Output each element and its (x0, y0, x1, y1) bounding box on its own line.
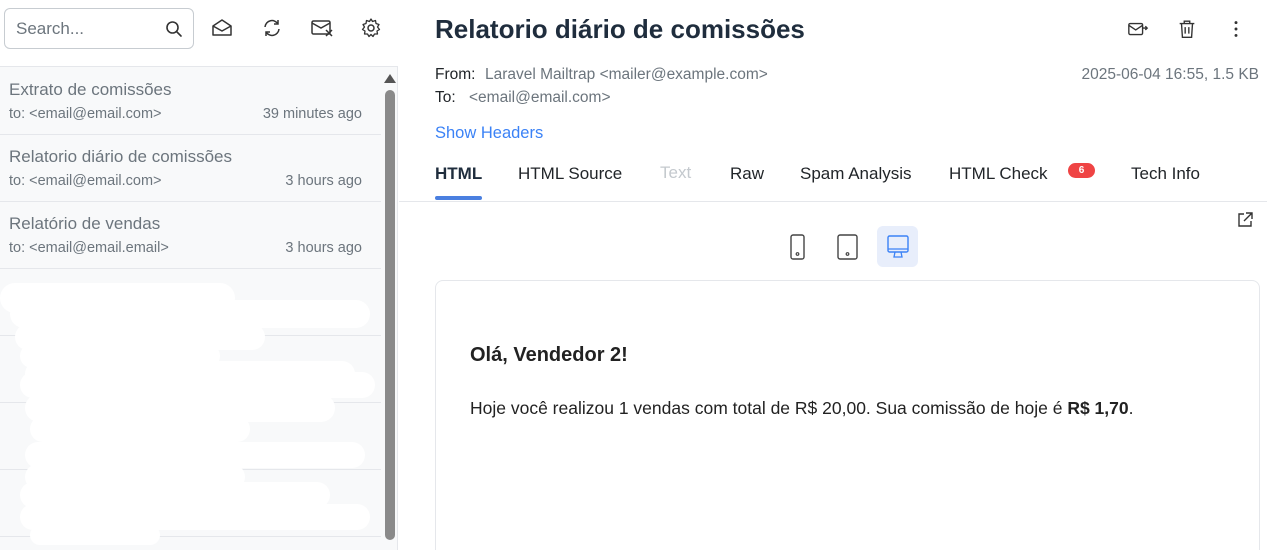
tablet-icon (837, 234, 858, 260)
more-vertical-icon[interactable] (1225, 18, 1247, 40)
message-subject: Relatorio diário de comissões (9, 147, 232, 166)
show-headers-link[interactable]: Show Headers (435, 124, 543, 143)
scrollbar[interactable] (382, 68, 398, 550)
preview-body-text: Hoje você realizou 1 vendas com total de… (470, 398, 1068, 418)
from-label: From: (435, 66, 476, 83)
tab-text: Text (660, 163, 692, 182)
message-view: Relatorio diário de comissões From: Lara… (399, 0, 1267, 550)
to-label: To: (435, 89, 456, 106)
message-time: 39 minutes ago (262, 106, 362, 122)
tab-spam-analysis[interactable]: Spam Analysis (800, 164, 912, 184)
message-subject: Relatório de vendas (9, 214, 161, 233)
redaction-mark (30, 525, 160, 545)
mark-read-icon[interactable] (310, 16, 334, 40)
preview-greeting: Olá, Vendedor 2! (470, 344, 628, 366)
scroll-thumb[interactable] (385, 90, 395, 540)
phone-icon (790, 234, 805, 260)
scroll-up-arrow-icon[interactable] (384, 74, 396, 83)
trash-icon[interactable] (1176, 18, 1198, 40)
search-icon[interactable] (165, 20, 183, 38)
refresh-icon[interactable] (260, 16, 284, 40)
tab-bar: HTML HTML Source Text Raw Spam Analysis … (399, 150, 1267, 202)
forward-icon[interactable] (1127, 18, 1149, 40)
sidebar-toolbar (0, 0, 398, 67)
message-recipient: to: <email@email.email> (9, 240, 169, 256)
sidebar: Extrato de comissões to: <email@email.co… (0, 0, 398, 550)
search-input[interactable] (16, 18, 161, 40)
message-time: 3 hours ago (285, 240, 362, 256)
tablet-view-button[interactable] (827, 226, 868, 267)
mailpit-app: Extrato de comissões to: <email@email.co… (0, 0, 1267, 550)
phone-view-button[interactable] (777, 226, 818, 267)
to-value: <email@email.com> (469, 89, 611, 106)
active-tab-indicator (435, 196, 482, 200)
desktop-icon (887, 235, 909, 258)
message-subject: Extrato de comissões (9, 80, 172, 99)
tab-html-source[interactable]: HTML Source (518, 164, 622, 184)
desktop-view-button[interactable] (877, 226, 918, 267)
tab-html[interactable]: HTML (435, 164, 482, 184)
tab-tech-info[interactable]: Tech Info (1131, 164, 1200, 184)
list-item[interactable]: Extrato de comissões to: <email@email.co… (0, 68, 381, 135)
message-recipient: to: <email@email.com> (9, 173, 162, 189)
message-meta: 2025-06-04 16:55, 1.5 KB (1081, 66, 1259, 83)
preview-body-end: . (1128, 398, 1134, 418)
list-item[interactable]: Relatório de vendas to: <email@email.ema… (0, 202, 381, 269)
email-preview: Olá, Vendedor 2! Hoje você realizou 1 ve… (435, 280, 1260, 550)
tab-raw[interactable]: Raw (730, 164, 764, 184)
redaction-mark (30, 416, 250, 442)
external-link-icon[interactable] (1235, 210, 1255, 230)
tab-html-check[interactable]: HTML Check (949, 164, 1048, 184)
preview-body: Hoje você realizou 1 vendas com total de… (470, 398, 1133, 419)
envelope-open-icon[interactable] (210, 16, 234, 40)
from-value: Laravel Mailtrap <mailer@example.com> (485, 66, 768, 83)
search-box[interactable] (4, 8, 194, 49)
list-item[interactable]: Relatorio diário de comissões to: <email… (0, 135, 381, 202)
preview-body-amount: R$ 1,70 (1067, 398, 1129, 418)
page-title: Relatorio diário de comissões (435, 14, 805, 44)
message-list: Extrato de comissões to: <email@email.co… (0, 68, 381, 550)
html-check-badge: 6 (1068, 163, 1095, 178)
message-time: 3 hours ago (285, 173, 362, 189)
gear-icon[interactable] (359, 16, 383, 40)
message-recipient: to: <email@email.com> (9, 106, 162, 122)
